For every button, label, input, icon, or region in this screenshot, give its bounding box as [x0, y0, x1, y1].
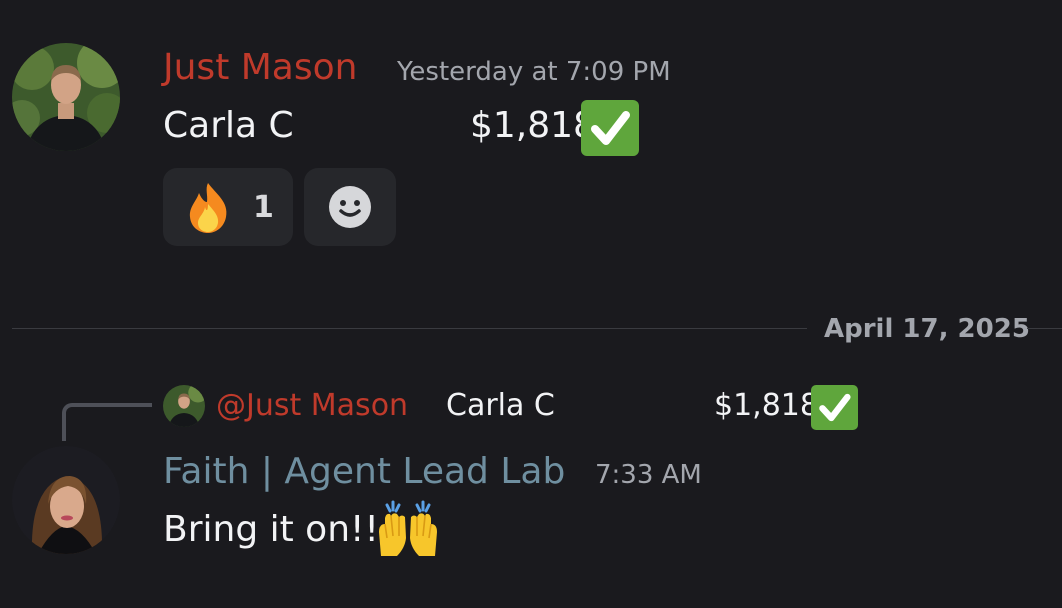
white-check-mark-icon — [811, 385, 858, 430]
reply-text-name[interactable]: Carla C — [446, 391, 555, 421]
message-author[interactable]: Just Mason — [163, 50, 357, 86]
reply-spine — [62, 403, 152, 441]
reply-avatar-just-mason[interactable] — [163, 385, 205, 427]
date-divider-line — [1027, 328, 1062, 329]
fire-emoji-icon — [181, 180, 235, 234]
message-text-amount: $1,818 — [470, 105, 596, 146]
reaction-count: 1 — [253, 190, 274, 225]
message-timestamp: 7:33 AM — [595, 460, 702, 490]
reaction-fire[interactable]: 1 — [163, 168, 293, 246]
add-reaction-button[interactable] — [304, 168, 396, 246]
raising-hands-emoji-icon — [377, 498, 439, 558]
reply-text-amount[interactable]: $1,818 — [714, 391, 819, 421]
message-author[interactable]: Faith | Agent Lead Lab — [163, 454, 565, 490]
white-check-mark-icon — [581, 100, 639, 156]
message-text-name: Carla C — [163, 105, 294, 146]
chat-view: Just Mason Yesterday at 7:09 PM Carla C … — [0, 0, 1062, 608]
add-reaction-smiley-icon — [328, 185, 372, 229]
avatar-faith[interactable] — [12, 446, 120, 554]
date-divider-label: April 17, 2025 — [824, 314, 1030, 344]
message-text: Bring it on!! — [163, 509, 379, 550]
date-divider-line — [12, 328, 807, 329]
reply-mention[interactable]: @Just Mason — [216, 391, 408, 421]
avatar-just-mason[interactable] — [12, 43, 120, 151]
message-timestamp: Yesterday at 7:09 PM — [397, 57, 671, 87]
